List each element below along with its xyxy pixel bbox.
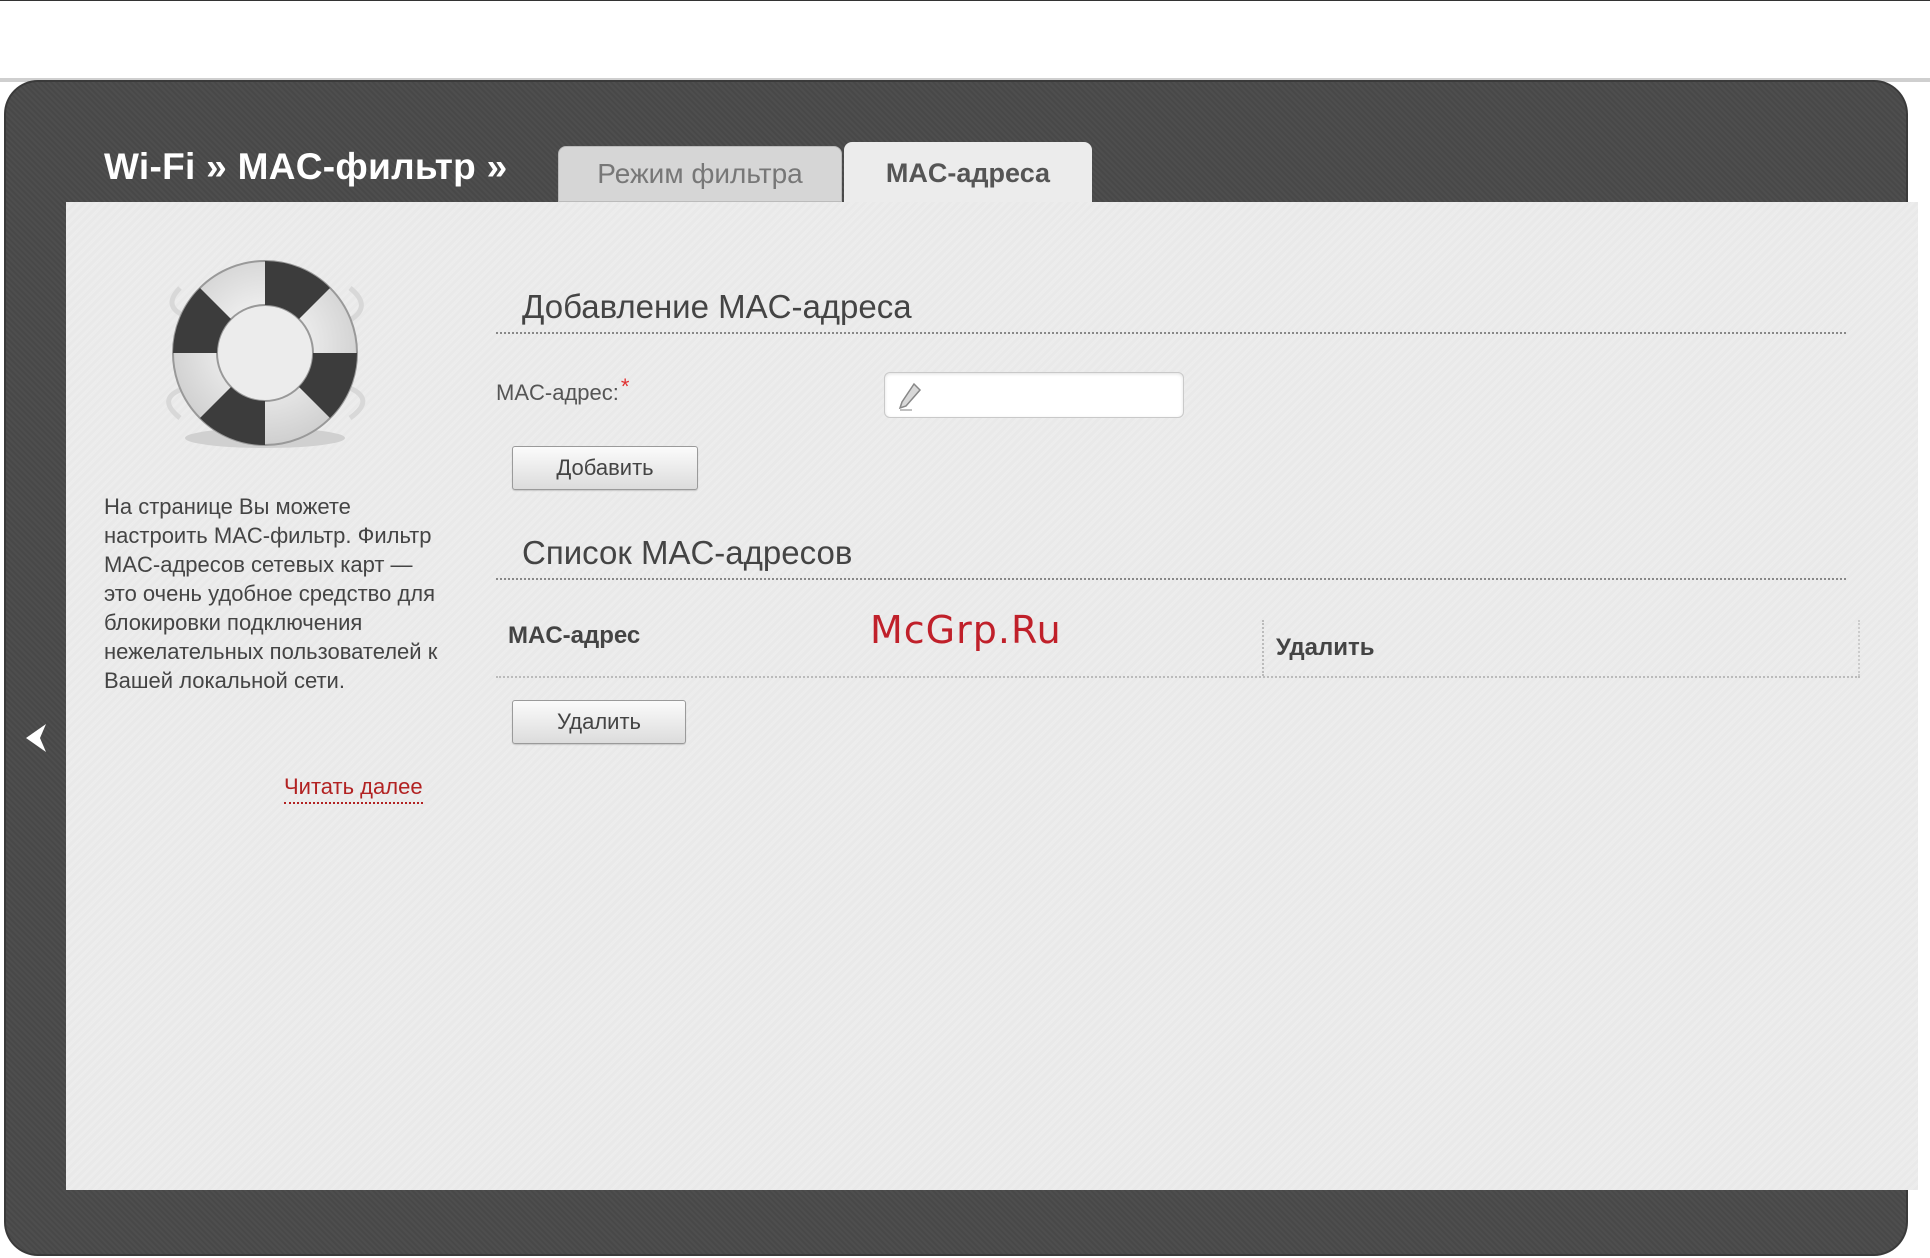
top-rule bbox=[0, 0, 1930, 1]
mac-field-label-text: MAC-адрес: bbox=[496, 380, 619, 405]
column-header-mac: MAC-адрес bbox=[508, 622, 641, 649]
watermark-text: McGrp.Ru bbox=[870, 608, 1062, 652]
mac-address-input[interactable] bbox=[884, 372, 1184, 418]
column-divider bbox=[1262, 620, 1264, 676]
delete-button[interactable]: Удалить bbox=[512, 700, 686, 744]
page-title: Wi-Fi » MAC-фильтр » bbox=[104, 146, 508, 187]
lifebuoy-icon bbox=[166, 260, 366, 448]
mac-field-label: MAC-адрес:* bbox=[496, 374, 629, 406]
column-divider-right bbox=[1858, 620, 1860, 676]
table-header-rule bbox=[496, 676, 1860, 678]
list-section-rule bbox=[496, 578, 1846, 580]
add-section-rule bbox=[496, 332, 1846, 334]
tab-filter-mode[interactable]: Режим фильтра bbox=[558, 146, 842, 202]
read-more-link[interactable]: Читать далее bbox=[284, 774, 423, 804]
pencil-icon bbox=[898, 382, 922, 411]
add-button[interactable]: Добавить bbox=[512, 446, 698, 490]
back-arrow-icon[interactable] bbox=[18, 718, 58, 758]
required-mark: * bbox=[620, 374, 630, 399]
column-header-delete: Удалить bbox=[1276, 634, 1375, 661]
list-section-title: Список MAC-адресов bbox=[522, 534, 853, 571]
add-section-title: Добавление MAC-адреса bbox=[522, 288, 912, 325]
tab-mac-addresses[interactable]: MAC-адреса bbox=[844, 142, 1092, 204]
help-text: На странице Вы можете настроить MAC-филь… bbox=[104, 494, 438, 693]
